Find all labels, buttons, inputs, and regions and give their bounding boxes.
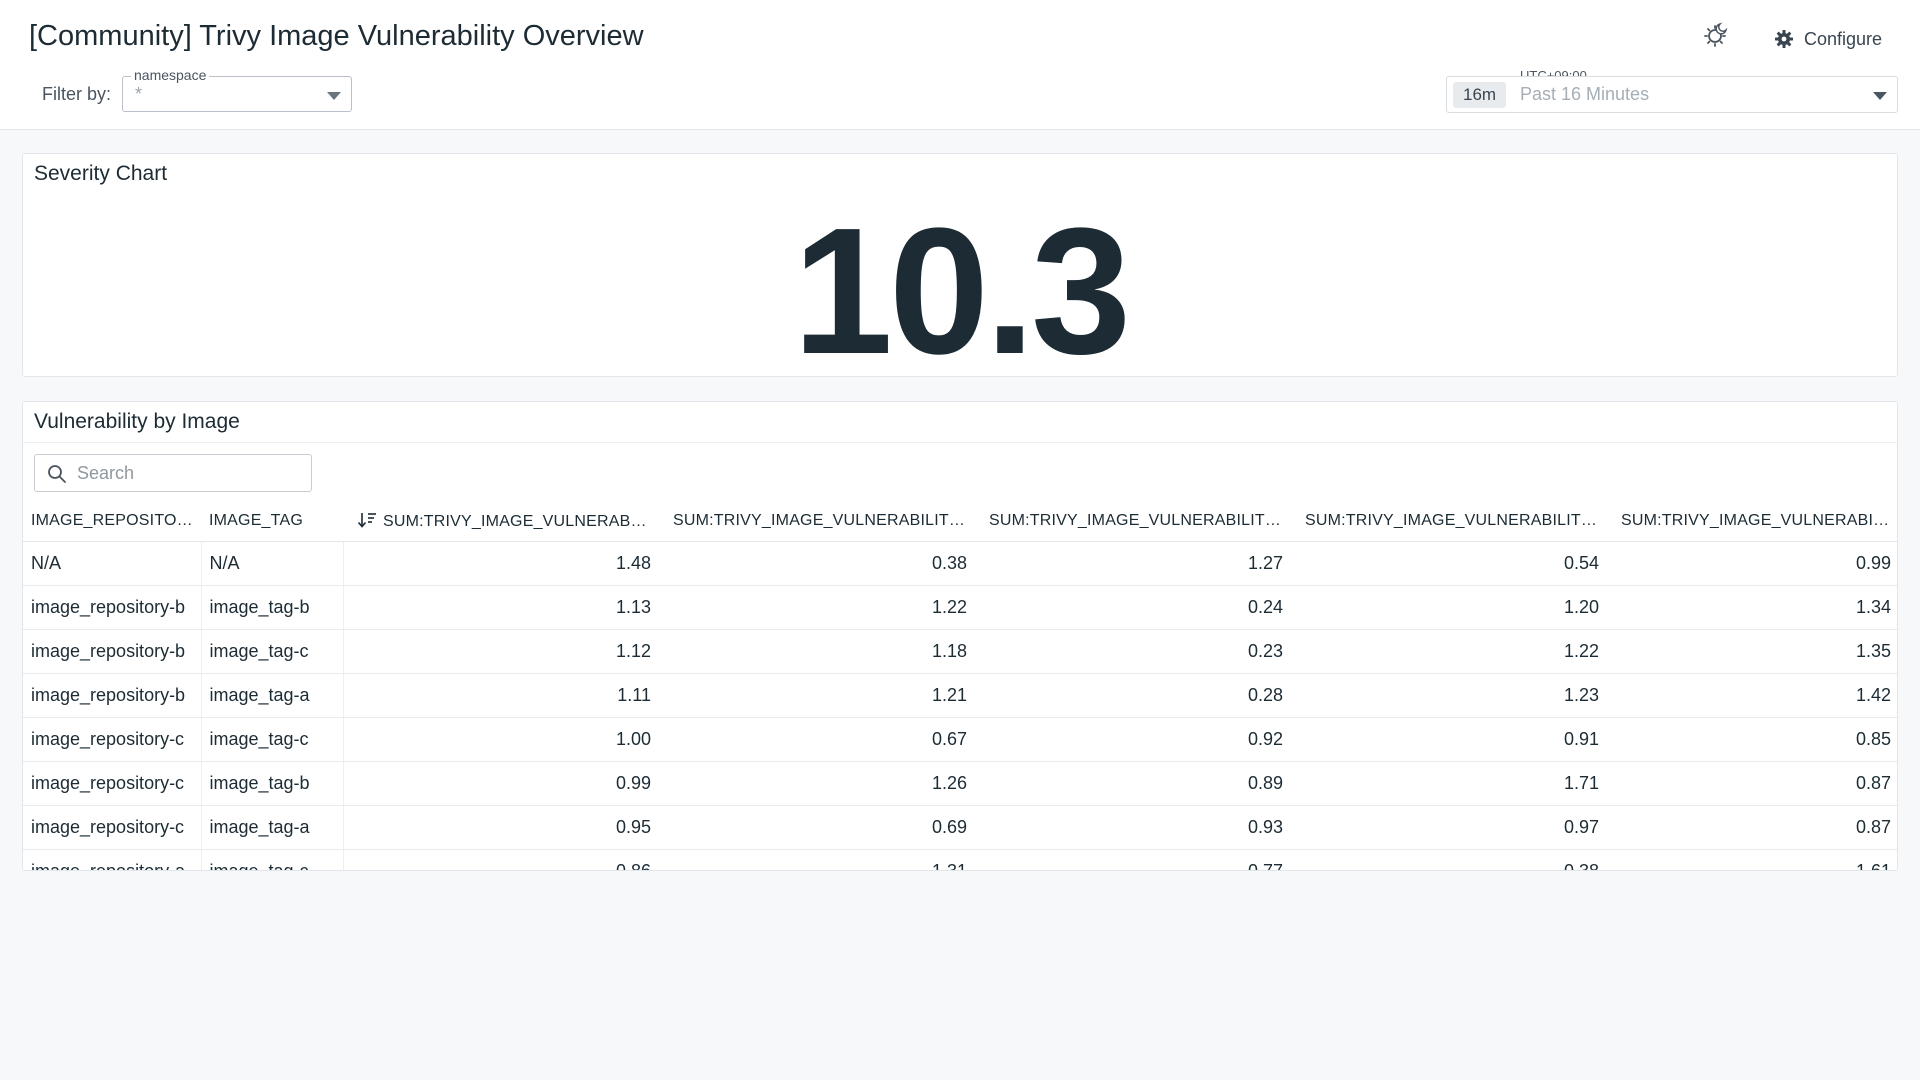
table-row[interactable]: image_repository-b image_tag-a 1.11 1.21… (23, 673, 1897, 718)
cell-value: 0.85 (1607, 717, 1897, 762)
column-header-sum-4[interactable]: SUM:TRIVY_IMAGE_VULNERABILITIE... (1291, 501, 1607, 542)
theme-toggle-icon[interactable] (1700, 20, 1730, 50)
cell-image-tag: image_tag-b (201, 761, 344, 806)
cell-value: 0.23 (975, 629, 1291, 674)
cell-value: 1.34 (1607, 585, 1897, 630)
cell-value: 0.91 (1291, 717, 1607, 762)
cell-image-tag: N/A (201, 541, 344, 586)
severity-query-value: 10.3 (792, 191, 1131, 392)
table-header-row: IMAGE_REPOSITORY IMAGE_TAG SUM:TRIVY_IMA… (23, 501, 1897, 542)
cell-value: 0.38 (659, 541, 975, 586)
cell-image-repository: image_repository-c (23, 805, 202, 850)
namespace-select[interactable]: namespace * (122, 67, 352, 112)
table-row[interactable]: image_repository-a image_tag-c 0.86 1.31… (23, 849, 1897, 870)
page-title: [Community] Trivy Image Vulnerability Ov… (29, 20, 644, 52)
cell-value: 0.89 (975, 761, 1291, 806)
cell-value: 0.95 (343, 805, 659, 850)
cell-value: 1.18 (659, 629, 975, 674)
cell-value: 0.87 (1607, 805, 1897, 850)
cell-image-tag: image_tag-a (201, 805, 344, 850)
cell-value: 1.20 (1291, 585, 1607, 630)
time-range-picker[interactable]: 16m Past 16 Minutes (1446, 76, 1898, 113)
cell-value: 1.00 (343, 717, 659, 762)
cell-image-repository: image_repository-c (23, 761, 202, 806)
severity-chart-panel: Severity Chart 10.3 (22, 153, 1898, 392)
gear-icon (1775, 30, 1793, 48)
table-row[interactable]: image_repository-c image_tag-a 0.95 0.69… (23, 805, 1897, 850)
table-row[interactable]: image_repository-c image_tag-c 1.00 0.67… (23, 717, 1897, 762)
severity-chart-title: Severity Chart (34, 162, 168, 185)
cell-value: 1.22 (659, 585, 975, 630)
cell-image-repository: N/A (23, 541, 202, 586)
table-row[interactable]: image_repository-b image_tag-c 1.12 1.18… (23, 629, 1897, 674)
cell-image-repository: image_repository-b (23, 585, 202, 630)
cell-value: 1.22 (1291, 629, 1607, 674)
table-row[interactable]: N/A N/A 1.48 0.38 1.27 0.54 0.99 (23, 541, 1897, 586)
cell-value: 1.42 (1607, 673, 1897, 718)
time-range-badge: 16m (1453, 82, 1507, 108)
cell-image-tag: image_tag-a (201, 673, 344, 718)
search-icon (48, 465, 66, 483)
vulnerability-table-panel: Vulnerability by Image IMAGE_REPOSITORY … (22, 401, 1898, 871)
cell-value: 0.67 (659, 717, 975, 762)
table-row[interactable]: image_repository-c image_tag-b 0.99 1.26… (23, 761, 1897, 806)
cell-value: 1.31 (659, 849, 975, 870)
cell-image-tag: image_tag-c (201, 629, 344, 674)
cell-value: 0.97 (1291, 805, 1607, 850)
panel-divider (23, 442, 1897, 443)
cell-value: 1.11 (343, 673, 659, 718)
cell-image-tag: image_tag-c (201, 717, 344, 762)
cell-value: 0.24 (975, 585, 1291, 630)
search-box[interactable] (34, 454, 312, 492)
cell-value: 1.12 (343, 629, 659, 674)
vulnerability-table-title: Vulnerability by Image (34, 410, 240, 433)
namespace-value: * (135, 84, 143, 104)
cell-value: 0.99 (343, 761, 659, 806)
search-input[interactable] (77, 461, 305, 485)
cell-image-repository: image_repository-c (23, 717, 202, 762)
cell-value: 0.28 (975, 673, 1291, 718)
cell-value: 1.21 (659, 673, 975, 718)
column-header-sum-2[interactable]: SUM:TRIVY_IMAGE_VULNERABILITIE... (659, 501, 975, 542)
cell-value: 1.61 (1607, 849, 1897, 870)
cell-value: 1.23 (1291, 673, 1607, 718)
sort-descending-icon (357, 512, 376, 528)
cell-value: 0.92 (975, 717, 1291, 762)
cell-value: 0.38 (1291, 849, 1607, 870)
cell-value: 0.99 (1607, 541, 1897, 586)
cell-value: 0.69 (659, 805, 975, 850)
cell-value: 1.71 (1291, 761, 1607, 806)
column-header-image-repository[interactable]: IMAGE_REPOSITORY (23, 501, 201, 542)
dashboard-header: [Community] Trivy Image Vulnerability Ov… (0, 0, 1920, 130)
cell-value: 0.87 (1607, 761, 1897, 806)
namespace-label: namespace (131, 67, 210, 83)
column-header-sum-1-label: SUM:TRIVY_IMAGE_VULNERABIL... (383, 512, 659, 530)
cell-image-repository: image_repository-b (23, 629, 202, 674)
table-row[interactable]: image_repository-b image_tag-b 1.13 1.22… (23, 585, 1897, 630)
cell-image-tag: image_tag-c (201, 849, 344, 870)
column-header-sum-3[interactable]: SUM:TRIVY_IMAGE_VULNERABILITIE... (975, 501, 1291, 542)
chevron-down-icon (1873, 92, 1887, 100)
cell-image-tag: image_tag-b (201, 585, 344, 630)
cell-image-repository: image_repository-b (23, 673, 202, 718)
cell-value: 0.86 (343, 849, 659, 870)
cell-value: 1.27 (975, 541, 1291, 586)
cell-value: 1.48 (343, 541, 659, 586)
vulnerability-table: IMAGE_REPOSITORY IMAGE_TAG SUM:TRIVY_IMA… (23, 501, 1897, 870)
cell-image-repository: image_repository-a (23, 849, 202, 870)
column-header-sum-1[interactable]: SUM:TRIVY_IMAGE_VULNERABIL... (343, 501, 659, 542)
configure-button[interactable]: Configure (1774, 26, 1882, 52)
cell-value: 1.35 (1607, 629, 1897, 674)
configure-label: Configure (1804, 28, 1883, 49)
cell-value: 0.54 (1291, 541, 1607, 586)
cell-value: 0.93 (975, 805, 1291, 850)
filter-label: Filter by: (42, 84, 112, 104)
time-range-text: Past 16 Minutes (1520, 84, 1650, 104)
chevron-down-icon (327, 92, 341, 100)
column-header-image-tag[interactable]: IMAGE_TAG (201, 501, 343, 542)
cell-value: 1.26 (659, 761, 975, 806)
column-header-sum-5[interactable]: SUM:TRIVY_IMAGE_VULNERABILITIE... (1607, 501, 1897, 542)
cell-value: 1.13 (343, 585, 659, 630)
cell-value: 0.77 (975, 849, 1291, 870)
